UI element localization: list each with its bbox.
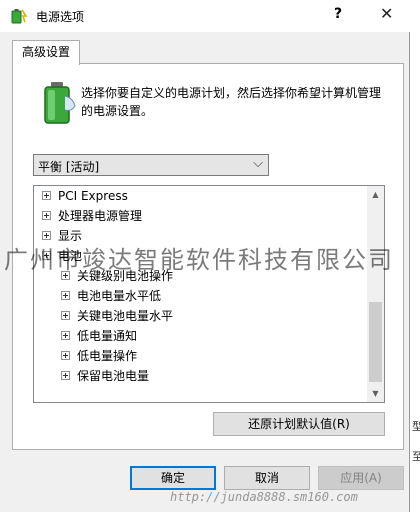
window-title: 电源选项 (36, 10, 85, 24)
ok-button[interactable]: 确定 (130, 466, 216, 490)
close-button[interactable]: ✕ (380, 4, 393, 23)
description-text: 选择你要自定义的电源计划，然后选择你希望计算机管理的电源设置。 (81, 86, 382, 118)
tree-item[interactable]: 低电量通知 (61, 327, 137, 345)
tree-item[interactable]: 保留电池电量 (61, 367, 149, 385)
expand-plus-icon[interactable] (61, 371, 70, 380)
tree-item-label: 低电量通知 (77, 329, 138, 343)
tree-item[interactable]: 处理器电源管理 (42, 207, 142, 225)
expand-plus-icon[interactable] (42, 231, 51, 240)
scroll-down-icon[interactable]: ▼ (367, 385, 384, 402)
tree-item-label: 处理器电源管理 (58, 209, 143, 223)
tree-item-label: 关键电池电量水平 (77, 309, 174, 323)
tree-item-label: 电池电量水平低 (77, 289, 162, 303)
watermark-text: 广州市竣达智能软件科技有限公司 (4, 246, 394, 274)
tab-advanced-settings[interactable]: 高级设置 (12, 40, 80, 65)
tree-item[interactable]: 低电量操作 (61, 347, 137, 365)
chevron-down-icon: ⌵ (253, 156, 263, 171)
background-text-fragment: 至 (412, 450, 420, 463)
restore-defaults-button[interactable]: 还原计划默认值(R) (213, 412, 385, 436)
tree-item-label: PCI Express (58, 189, 128, 203)
tree-item[interactable]: 关键电池电量水平 (61, 307, 173, 325)
expand-plus-icon[interactable] (61, 331, 70, 340)
background-text-fragment: 型 (412, 420, 420, 433)
power-options-icon (11, 9, 28, 24)
tree-scrollbar[interactable]: ▲ ▼ (367, 186, 384, 402)
battery-icon (44, 82, 76, 124)
settings-tree[interactable]: PCI Express 处理器电源管理 显示 电池 关键级别电池操作 电池电量水… (33, 185, 385, 403)
expand-plus-icon[interactable] (61, 311, 70, 320)
tree-item[interactable]: 电池电量水平低 (61, 287, 161, 305)
cancel-button[interactable]: 取消 (224, 466, 310, 490)
scrollbar-thumb[interactable] (369, 302, 382, 382)
power-plan-select-value: 平衡 [活动] (38, 160, 100, 174)
expand-plus-icon[interactable] (42, 191, 51, 200)
expand-plus-icon[interactable] (61, 351, 70, 360)
tree-item[interactable]: PCI Express (42, 187, 128, 205)
expand-plus-icon[interactable] (42, 211, 51, 220)
expand-plus-icon[interactable] (61, 291, 70, 300)
tree-item-label: 保留电池电量 (77, 369, 150, 383)
power-plan-select[interactable]: 平衡 [活动] ⌵ (33, 154, 269, 176)
watermark-url: http://junda8888.sm160.com (170, 490, 358, 504)
help-button[interactable]: ? (334, 6, 342, 22)
background-window-edge (411, 0, 420, 512)
tree-item-label: 低电量操作 (77, 349, 138, 363)
title-bar[interactable]: 电源选项 ? ✕ (0, 0, 410, 32)
apply-button[interactable]: 应用(A) (318, 466, 404, 490)
scroll-up-icon[interactable]: ▲ (367, 186, 384, 203)
